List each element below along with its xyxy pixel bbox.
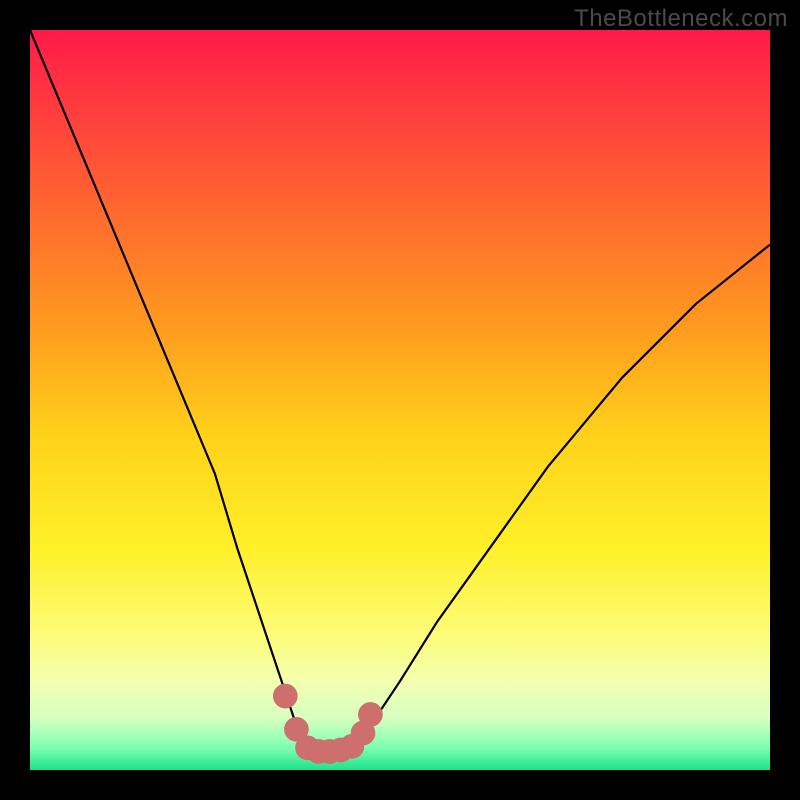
curve-layer (30, 30, 770, 770)
chart-frame: TheBottleneck.com (0, 0, 800, 800)
highlight-marker (273, 684, 297, 708)
highlight-marker (359, 703, 383, 727)
highlight-markers (273, 684, 382, 763)
bottleneck-curve (30, 30, 770, 752)
watermark-text: TheBottleneck.com (574, 5, 788, 33)
plot-area (30, 30, 770, 770)
